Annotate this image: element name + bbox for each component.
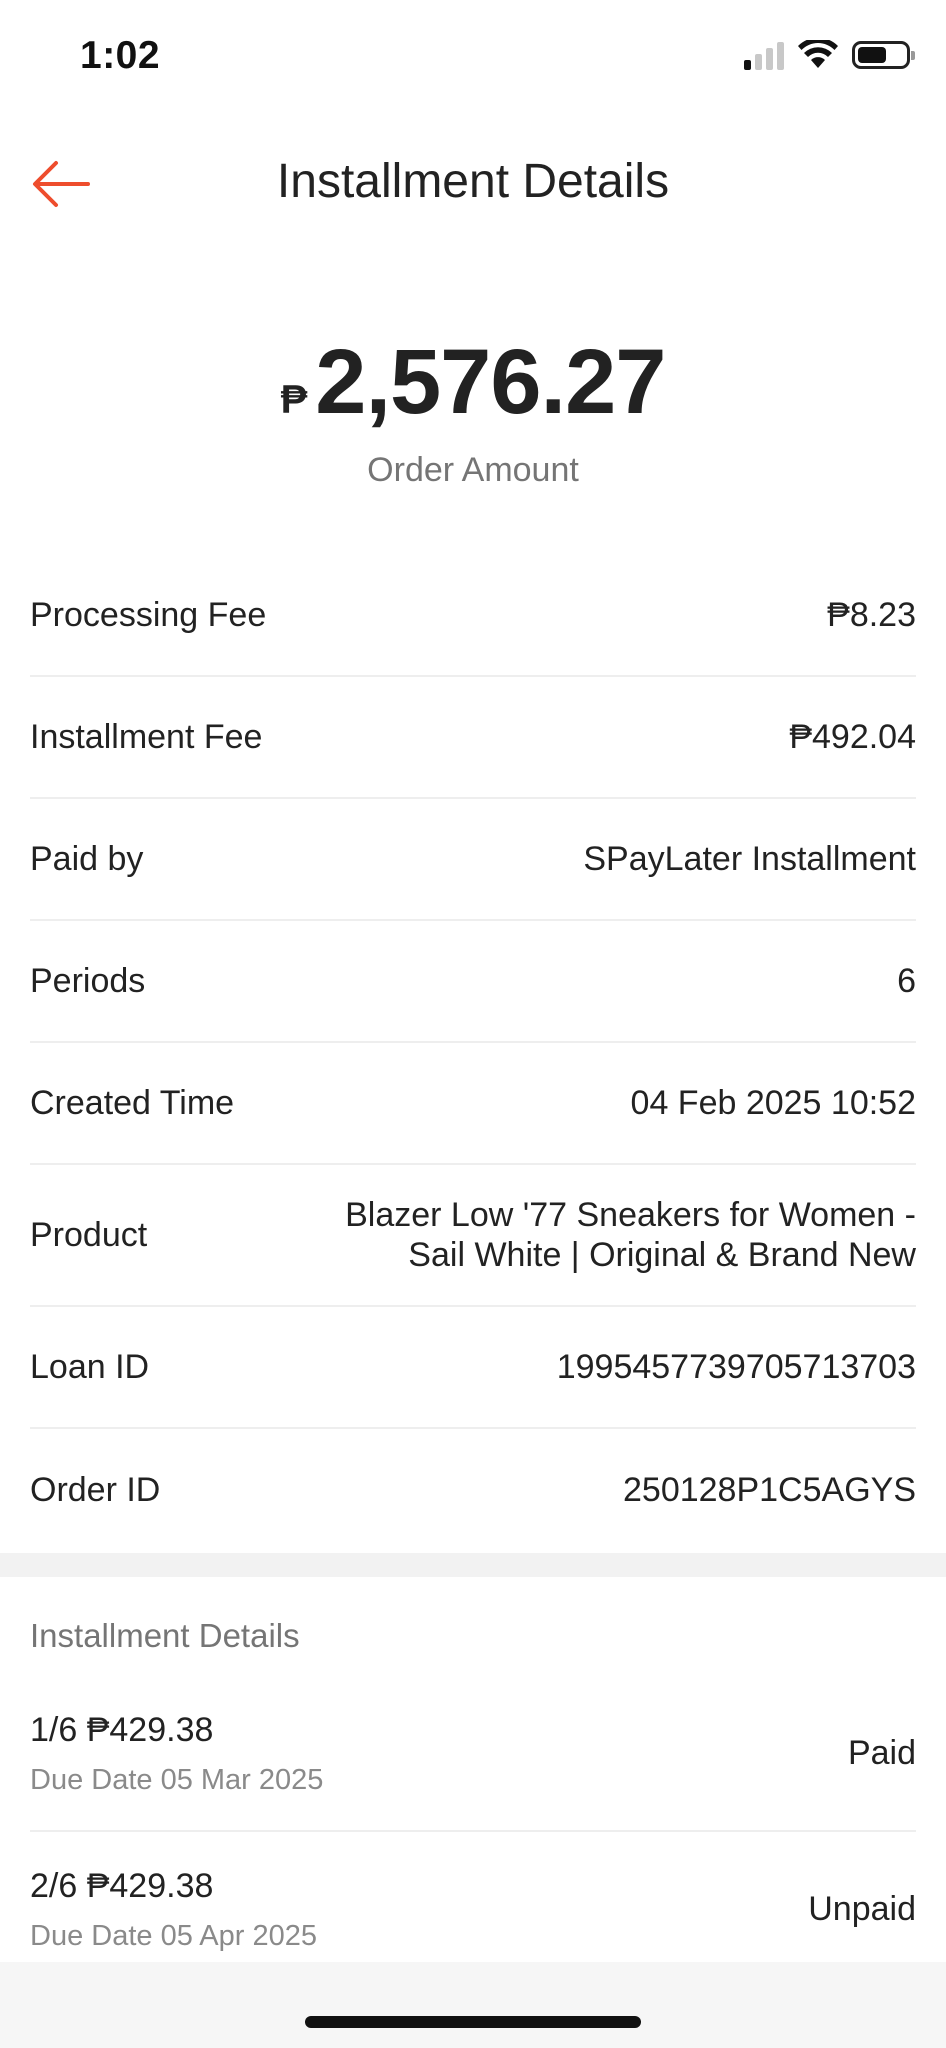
- detail-row-installment-fee: Installment Fee ₱492.04: [30, 677, 916, 799]
- product-name-line-2: Sail White | Original & Brand New: [408, 1236, 916, 1274]
- section-divider: [0, 1553, 946, 1577]
- detail-row-processing-fee: Processing Fee ₱8.23: [30, 555, 916, 677]
- detail-row-order-id: Order ID 250128P1C5AGYS: [30, 1429, 916, 1551]
- detail-label: Product: [30, 1215, 148, 1254]
- detail-row-paid-by: Paid by SPayLater Installment: [30, 799, 916, 921]
- installment-info: 2/6 ₱429.38 Due Date 05 Apr 2025: [30, 1867, 317, 1953]
- detail-value: SPayLater Installment: [583, 840, 916, 878]
- header: Installment Details: [0, 116, 946, 246]
- details-list: Processing Fee ₱8.23 Installment Fee ₱49…: [30, 555, 916, 1551]
- detail-row-product[interactable]: Product Blazer Low '77 Sneakers for Wome…: [30, 1165, 916, 1307]
- order-amount-block: ₱ 2,576.27 Order Amount: [0, 330, 946, 490]
- home-indicator-area: [0, 1962, 946, 2048]
- detail-row-periods: Periods 6: [30, 921, 916, 1043]
- wifi-icon: [798, 40, 838, 68]
- installment-status: Unpaid: [808, 1890, 916, 1928]
- detail-value: 6: [897, 962, 916, 1000]
- section-heading: Installment Details: [30, 1617, 300, 1654]
- installment-due-date: Due Date 05 Apr 2025: [30, 1919, 317, 1952]
- installment-due-date: Due Date 05 Mar 2025: [30, 1763, 324, 1796]
- amount-line: ₱ 2,576.27: [0, 330, 946, 435]
- installment-row[interactable]: 1/6 ₱429.38 Due Date 05 Mar 2025 Paid: [30, 1677, 916, 1832]
- detail-row-created-time: Created Time 04 Feb 2025 10:52: [30, 1043, 916, 1165]
- home-indicator[interactable]: [305, 2016, 641, 2028]
- battery-icon: [852, 41, 915, 69]
- detail-label: Order ID: [30, 1470, 161, 1509]
- page-title: Installment Details: [276, 155, 670, 208]
- installment-details-screen: 1:02 Installment Details ₱ 2,576.27 Orde…: [0, 0, 946, 2048]
- currency-symbol: ₱: [280, 378, 308, 422]
- detail-value: ₱492.04: [789, 718, 916, 756]
- installment-title: 2/6 ₱429.38: [30, 1866, 214, 1905]
- detail-value: 1995457739705713703: [556, 1348, 916, 1386]
- order-amount-label: Order Amount: [367, 451, 579, 489]
- battery-level: [858, 47, 886, 63]
- detail-label: Created Time: [30, 1083, 235, 1122]
- detail-label: Paid by: [30, 839, 144, 878]
- status-time: 1:02: [80, 34, 161, 77]
- cellular-signal-icon: [744, 40, 784, 70]
- detail-value: ₱8.23: [827, 596, 916, 634]
- detail-value: 04 Feb 2025 10:52: [630, 1084, 916, 1122]
- installment-status: Paid: [847, 1734, 916, 1772]
- product-name-line-1: Blazer Low '77 Sneakers for Women -: [345, 1196, 916, 1234]
- detail-label: Periods: [30, 961, 146, 1000]
- status-icons: [744, 40, 915, 70]
- detail-label: Installment Fee: [30, 717, 263, 756]
- installment-info: 1/6 ₱429.38 Due Date 05 Mar 2025: [30, 1711, 323, 1797]
- detail-label: Loan ID: [30, 1347, 150, 1386]
- installment-title: 1/6 ₱429.38: [30, 1710, 214, 1749]
- detail-label: Processing Fee: [30, 595, 267, 634]
- detail-row-loan-id: Loan ID 1995457739705713703: [30, 1307, 916, 1429]
- status-bar: 1:02: [0, 0, 946, 116]
- order-amount-value: 2,576.27: [315, 331, 666, 433]
- detail-value: 250128P1C5AGYS: [623, 1471, 916, 1509]
- product-name: Blazer Low '77 Sneakers for Women - Sail…: [345, 1195, 916, 1275]
